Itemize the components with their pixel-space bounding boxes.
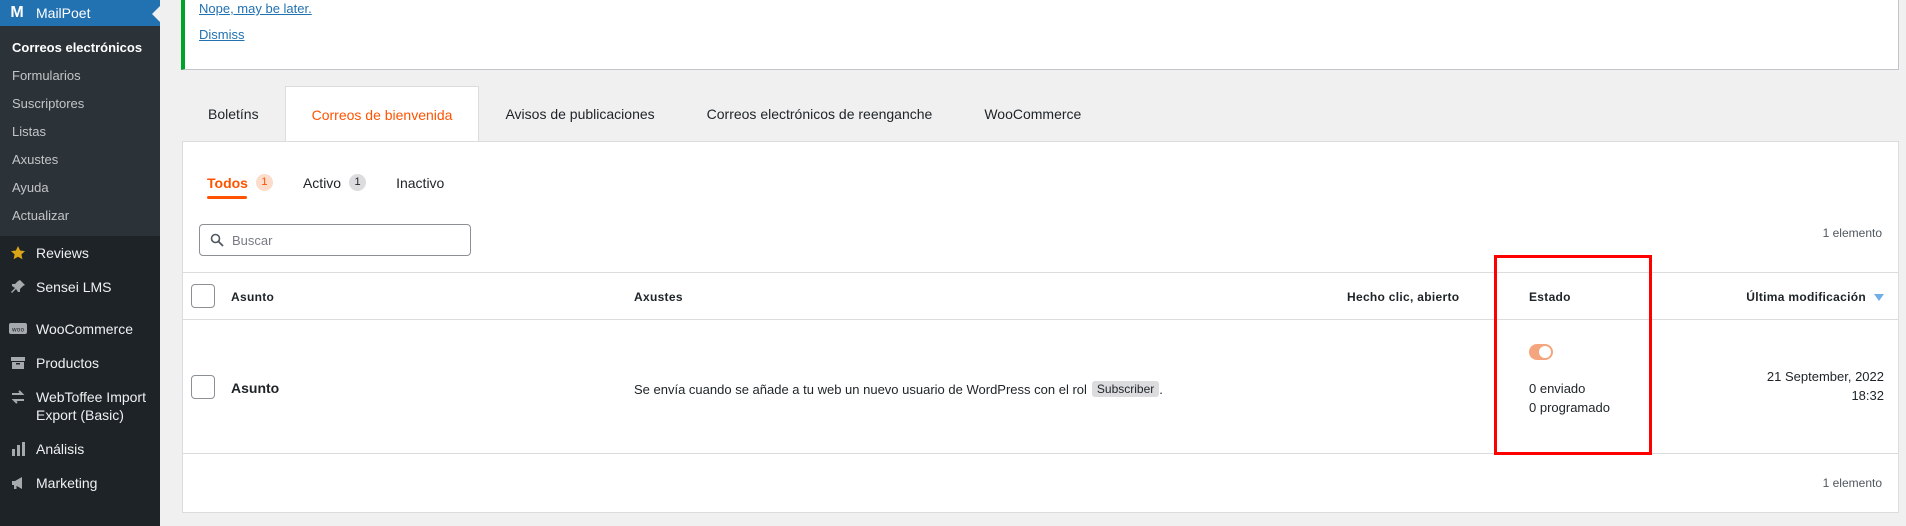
import-export-icon bbox=[8, 388, 28, 406]
bar-chart-icon bbox=[8, 440, 28, 458]
sidebar-item-label: WooCommerce bbox=[36, 321, 133, 337]
sidebar-item-label: Productos bbox=[36, 355, 100, 371]
svg-text:woo: woo bbox=[12, 327, 25, 334]
sidebar-item-reviews[interactable]: Reviews bbox=[0, 236, 160, 270]
sort-desc-icon bbox=[1874, 293, 1884, 301]
count-badge: 1 bbox=[349, 174, 367, 191]
archive-icon bbox=[8, 354, 28, 372]
time-text: 18:32 bbox=[1851, 388, 1884, 403]
sidebar-item-sensei-lms[interactable]: Sensei LMS bbox=[0, 270, 160, 304]
woocommerce-icon: woo bbox=[8, 320, 28, 338]
sidebar-item-label: Análisis bbox=[36, 441, 85, 457]
submenu-settings[interactable]: Axustes bbox=[0, 146, 160, 174]
submenu-forms[interactable]: Formularios bbox=[0, 62, 160, 90]
filter-active[interactable]: Activo 1 bbox=[302, 174, 367, 199]
date-text: 21 September, 2022 bbox=[1766, 369, 1884, 384]
admin-notice: Nope, may be later. Dismiss bbox=[181, 0, 1899, 70]
tab-re-engagement[interactable]: Correos electrónicos de reenganche bbox=[681, 86, 959, 142]
filter-label: Activo bbox=[302, 174, 342, 191]
column-subject[interactable]: Asunto bbox=[231, 290, 274, 304]
count-badge: 1 bbox=[255, 174, 273, 191]
mailpoet-icon: M bbox=[10, 4, 24, 21]
settings-text: Se envía cuando se añade a tu web un nue… bbox=[634, 381, 1087, 397]
sidebar-item-label: Sensei LMS bbox=[36, 279, 112, 295]
email-type-tabs: Boletíns Correos de bienvenida Avisos de… bbox=[182, 86, 1107, 142]
column-label: Última modificación bbox=[1746, 290, 1866, 304]
sidebar-item-products[interactable]: Productos bbox=[0, 346, 160, 380]
pin-icon bbox=[8, 278, 28, 296]
column-settings: Axustes bbox=[634, 290, 683, 304]
status-highlight-box bbox=[1494, 255, 1652, 455]
filter-label: Todos bbox=[207, 174, 248, 191]
sidebar-item-analytics[interactable]: Análisis bbox=[0, 432, 160, 466]
search-input[interactable]: Buscar bbox=[199, 224, 471, 256]
row-subject-link[interactable]: Asunto bbox=[231, 380, 279, 396]
tab-woocommerce[interactable]: WooCommerce bbox=[958, 86, 1107, 142]
search-icon bbox=[210, 233, 224, 247]
select-all-checkbox[interactable] bbox=[191, 284, 215, 308]
row-checkbox[interactable] bbox=[191, 375, 215, 399]
sidebar-item-marketing[interactable]: Marketing bbox=[0, 466, 160, 500]
submenu-help[interactable]: Ayuda bbox=[0, 174, 160, 202]
column-clicked-opened: Hecho clic, abierto bbox=[1347, 290, 1460, 304]
search-placeholder: Buscar bbox=[232, 232, 273, 248]
sidebar-item-label: MailPoet bbox=[36, 5, 91, 21]
star-icon bbox=[8, 244, 28, 262]
tab-newsletters[interactable]: Boletíns bbox=[182, 86, 285, 142]
submenu-lists[interactable]: Listas bbox=[0, 118, 160, 146]
sidebar-item-label: Reviews bbox=[36, 245, 89, 261]
sidebar-item-label: Marketing bbox=[36, 475, 98, 491]
megaphone-icon bbox=[8, 474, 28, 492]
submenu-subscribers[interactable]: Suscriptores bbox=[0, 90, 160, 118]
submenu-emails[interactable]: Correos electrónicos bbox=[0, 34, 160, 62]
maybe-later-link[interactable]: Nope, may be later. bbox=[199, 0, 1886, 18]
status-filters: Todos 1 Activo 1 Inactivo bbox=[207, 174, 474, 199]
mailpoet-submenu: Correos electrónicos Formularios Suscrip… bbox=[0, 26, 160, 236]
submenu-upgrade[interactable]: Actualizar bbox=[0, 202, 160, 230]
item-count: 1 elemento bbox=[1822, 226, 1882, 240]
sidebar-item-webtoffee[interactable]: WebToffee Import Export (Basic) bbox=[0, 380, 160, 432]
tab-post-notifications[interactable]: Avisos de publicaciones bbox=[479, 86, 680, 142]
filter-inactive[interactable]: Inactivo bbox=[396, 175, 444, 199]
item-count-bottom: 1 elemento bbox=[1822, 476, 1882, 490]
sidebar-item-mailpoet[interactable]: M MailPoet bbox=[0, 0, 160, 26]
settings-end: . bbox=[1159, 381, 1163, 397]
tab-welcome-emails[interactable]: Correos de bienvenida bbox=[284, 86, 480, 142]
filter-all[interactable]: Todos 1 bbox=[207, 174, 273, 199]
filter-label: Inactivo bbox=[396, 174, 445, 191]
dismiss-link[interactable]: Dismiss bbox=[199, 26, 1886, 44]
row-settings: Se envía cuando se añade a tu web un nue… bbox=[634, 381, 1163, 397]
column-last-modified[interactable]: Última modificación bbox=[1746, 290, 1884, 304]
row-modified-date: 21 September, 2022 18:32 bbox=[1767, 367, 1884, 405]
role-tag: Subscriber bbox=[1091, 381, 1160, 397]
sidebar-item-woocommerce[interactable]: woo WooCommerce bbox=[0, 312, 160, 346]
sidebar-item-label: WebToffee Import Export (Basic) bbox=[36, 389, 146, 423]
admin-sidebar: M MailPoet Correos electrónicos Formular… bbox=[0, 0, 160, 526]
